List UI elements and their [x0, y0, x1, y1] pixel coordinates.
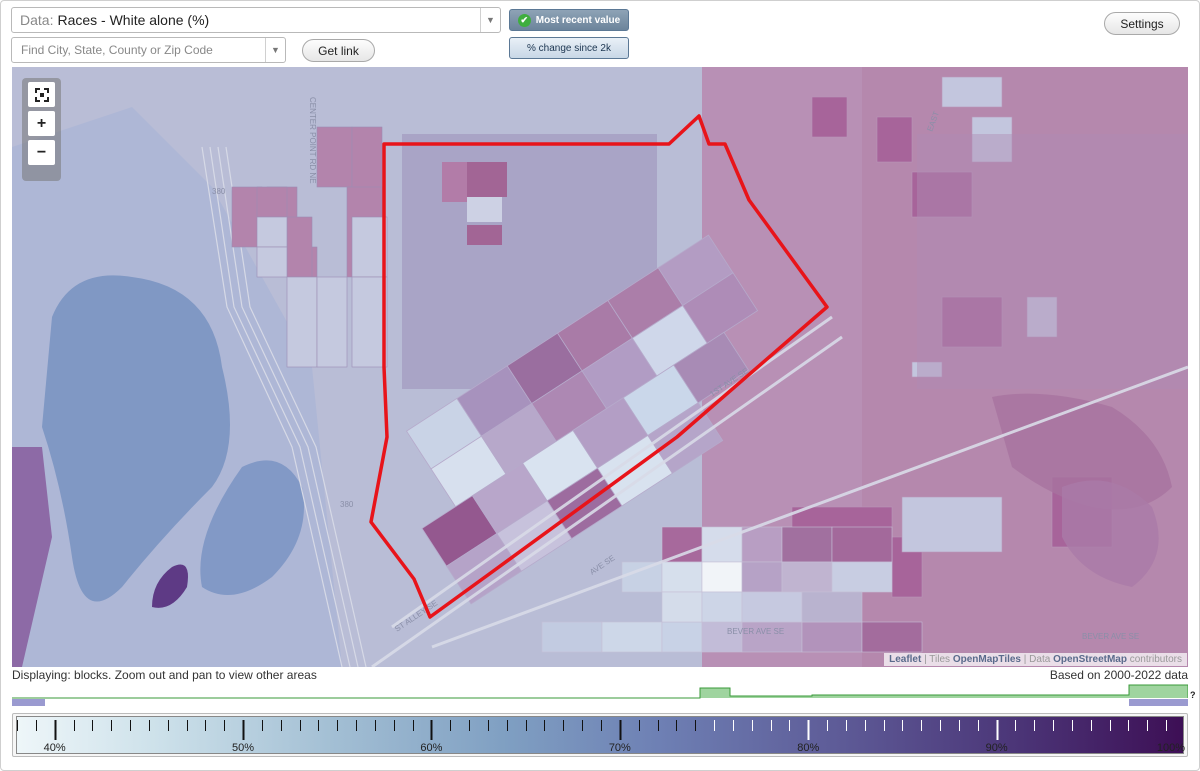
road-380-label-b: 380: [340, 500, 354, 509]
fullscreen-button[interactable]: [28, 82, 55, 107]
road-380-label-a: 380: [212, 187, 226, 196]
histogram-band-left: [12, 699, 45, 706]
histogram-band-right: [1129, 699, 1188, 706]
data-select-value: Races - White alone (%): [57, 12, 210, 28]
search-input[interactable]: [12, 38, 262, 62]
map-canvas[interactable]: 380 380 CENTER POINT RD NE ST ALLEY SE A…: [12, 67, 1188, 667]
location-search[interactable]: ▼: [11, 37, 286, 63]
histogram-line: [12, 684, 1188, 699]
map-tiles: 380 380 CENTER POINT RD NE ST ALLEY SE A…: [12, 67, 1188, 667]
leaflet-link[interactable]: Leaflet: [889, 654, 921, 665]
color-scale[interactable]: 40% 50% 60% 70% 80% 90% 100%: [12, 713, 1188, 757]
zoom-out-button[interactable]: −: [28, 140, 55, 165]
bever-ave-label: BEVER AVE SE: [727, 627, 784, 636]
settings-button[interactable]: Settings: [1104, 12, 1180, 35]
chevron-down-icon[interactable]: ▼: [265, 38, 285, 62]
map-attribution: Leaflet | Tiles OpenMapTiles | Data Open…: [884, 653, 1187, 666]
chevron-down-icon[interactable]: ▼: [480, 8, 500, 32]
scale-label: 80%: [797, 742, 820, 754]
help-icon[interactable]: ?: [1190, 690, 1196, 700]
scale-label: 60%: [420, 742, 443, 754]
scale-label: 40%: [43, 742, 66, 754]
zoom-control: + −: [22, 78, 61, 181]
color-scale-bar[interactable]: 40% 50% 60% 70% 80% 90% 100%: [16, 716, 1186, 754]
scale-label: 50%: [232, 742, 255, 754]
osm-link[interactable]: OpenStreetMap: [1053, 654, 1127, 665]
bever-ave-label-2: BEVER AVE SE: [1082, 632, 1139, 641]
check-icon: ✔: [517, 13, 531, 27]
scale-label: 100%: [1156, 742, 1186, 754]
data-range-status: Based on 2000-2022 data: [1049, 668, 1188, 682]
attribution-sep: | Tiles: [921, 654, 953, 665]
data-select-prefix: Data:: [20, 12, 54, 28]
scale-ticks: [17, 720, 1185, 740]
openmaptiles-link[interactable]: OpenMapTiles: [953, 654, 1021, 665]
zoom-in-button[interactable]: +: [28, 111, 55, 136]
scale-label: 70%: [608, 742, 631, 754]
most-recent-label: Most recent value: [535, 14, 621, 26]
attribution-sep: | Data: [1021, 654, 1054, 665]
center-point-label: CENTER POINT RD NE: [308, 97, 317, 184]
most-recent-value-button[interactable]: ✔ Most recent value: [509, 9, 629, 31]
value-histogram: [12, 684, 1188, 706]
fullscreen-icon: [34, 87, 49, 102]
data-select[interactable]: Data: Races - White alone (%) ▼: [11, 7, 501, 33]
percent-change-button[interactable]: % change since 2k: [509, 37, 629, 59]
displaying-status: Displaying: blocks. Zoom out and pan to …: [12, 668, 317, 682]
scale-label: 90%: [985, 742, 1008, 754]
get-link-button[interactable]: Get link: [302, 39, 375, 62]
attribution-tail: contributors: [1126, 654, 1182, 665]
